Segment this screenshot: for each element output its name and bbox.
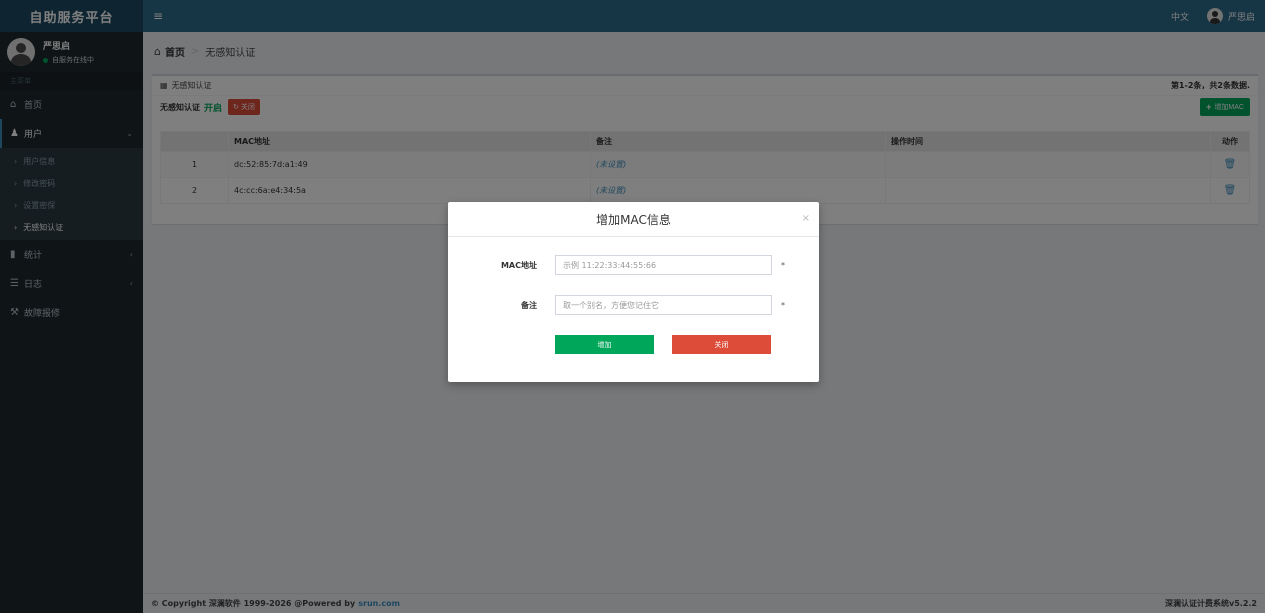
submit-add-button[interactable]: 增加 (555, 335, 654, 354)
add-mac-modal: 增加MAC信息 × MAC地址 * 备注 * 增加 关闭 (448, 202, 819, 382)
note-form-row: 备注 * (448, 295, 819, 315)
modal-title: 增加MAC信息 (596, 212, 671, 227)
note-input[interactable] (555, 295, 772, 315)
mac-form-row: MAC地址 * (448, 255, 819, 275)
mac-field-label: MAC地址 (500, 260, 537, 270)
modal-header: 增加MAC信息 × (448, 202, 819, 237)
required-marker: * (781, 300, 785, 310)
note-field-label: 备注 (521, 300, 537, 310)
mac-address-input[interactable] (555, 255, 772, 275)
close-modal-button[interactable]: 关闭 (672, 335, 771, 354)
close-icon[interactable]: × (802, 213, 810, 224)
required-marker: * (781, 260, 785, 270)
